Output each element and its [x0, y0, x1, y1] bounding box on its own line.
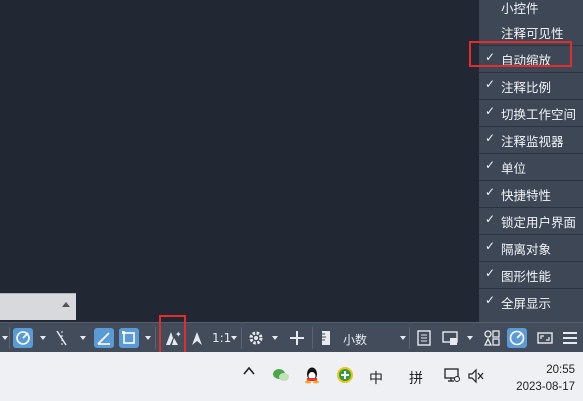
menu-item-label: 快捷特性	[501, 188, 552, 203]
menu-item-lock-ui[interactable]: ✓ 锁定用户界面	[479, 206, 583, 235]
menu-header-label: 小控件	[501, 1, 539, 16]
fullscreen-icon[interactable]	[535, 328, 555, 348]
check-icon: ✓	[485, 131, 496, 145]
dropdown-arrow-icon[interactable]	[231, 336, 237, 340]
dropdown-arrow-icon[interactable]	[400, 336, 406, 340]
windows-taskbar: 中 拼 20:55 2023-08-17	[0, 352, 583, 401]
qq-icon[interactable]	[304, 366, 320, 388]
polar-tracking-icon[interactable]	[13, 328, 33, 348]
menu-item-annotation-monitor[interactable]: ✓ 注释监视器	[479, 125, 583, 154]
highlight-box-auto-scale	[159, 315, 186, 355]
menu-item-label: 注释可见性	[501, 26, 564, 41]
menu-item-units[interactable]: ✓ 单位	[479, 152, 583, 181]
check-icon: ✓	[485, 185, 496, 199]
check-icon: ✓	[485, 293, 496, 307]
clock[interactable]: 20:55 2023-08-17	[516, 362, 575, 396]
menu-item-isolate-objects[interactable]: ✓ 隔离对象	[479, 233, 583, 262]
check-icon: ✓	[485, 266, 496, 280]
menu-item-quick-properties[interactable]: ✓ 快捷特性	[479, 179, 583, 208]
divider	[9, 327, 10, 349]
customization-menu-icon[interactable]	[560, 328, 580, 348]
dynamic-input-icon[interactable]	[94, 328, 114, 348]
clock-date: 2023-08-17	[516, 381, 575, 393]
clock-time: 20:55	[546, 364, 575, 376]
network-icon[interactable]	[443, 367, 461, 388]
menu-item-label: 切换工作空间	[501, 107, 577, 122]
menu-header: 小控件	[479, 0, 583, 17]
check-icon: ✓	[485, 77, 496, 91]
menu-item-label: 隔离对象	[501, 242, 552, 257]
status-bar: ✦ 1:1 小数	[0, 315, 583, 355]
expand-up-icon[interactable]	[62, 302, 70, 307]
dropdown-arrow-icon[interactable]	[80, 336, 86, 340]
security-shield-plus-icon[interactable]	[336, 366, 354, 388]
dropdown-arrow-icon[interactable]	[467, 336, 473, 340]
menu-item-graphics-performance[interactable]: ✓ 图形性能	[479, 260, 583, 289]
check-icon: ✓	[485, 104, 496, 118]
menu-item-label: 注释监视器	[501, 134, 564, 149]
menu-item-label: 单位	[501, 161, 527, 176]
isolate-objects-icon[interactable]	[482, 328, 502, 348]
menu-item-label: 注释比例	[501, 80, 552, 95]
annotation-visibility-icon[interactable]	[187, 328, 207, 348]
divider	[241, 327, 242, 349]
volume-muted-icon[interactable]	[467, 368, 485, 388]
check-icon: ✓	[485, 212, 496, 226]
lock-ui-icon[interactable]	[440, 328, 460, 348]
highlight-box-menu	[469, 41, 572, 67]
object-snap-tracking-icon[interactable]	[52, 328, 72, 348]
check-icon: ✓	[485, 158, 496, 172]
divider	[409, 327, 410, 349]
menu-item-switch-workspace[interactable]: ✓ 切换工作空间	[479, 98, 583, 127]
check-icon: ✓	[485, 239, 496, 253]
graphics-performance-icon[interactable]	[507, 328, 527, 348]
show-hidden-icons-chevron-icon[interactable]	[242, 364, 256, 382]
divider	[312, 327, 313, 349]
menu-item-annotation-scale[interactable]: ✓ 注释比例	[479, 71, 583, 100]
dropdown-arrow-icon[interactable]	[2, 336, 8, 340]
dropdown-arrow-icon[interactable]	[40, 336, 46, 340]
annotation-scale-value[interactable]: 1:1	[212, 331, 231, 351]
ime-pinyin-indicator[interactable]: 拼	[409, 368, 423, 388]
dropdown-arrow-icon[interactable]	[272, 336, 278, 340]
menu-item-label: 全屏显示	[501, 296, 552, 311]
ruler-icon	[316, 328, 336, 348]
command-line-panel[interactable]	[0, 293, 76, 320]
menu-item-label: 图形性能	[501, 269, 552, 284]
menu-item-fullscreen[interactable]: ✓ 全屏显示	[479, 287, 583, 314]
divider	[155, 327, 156, 349]
menu-item-label: 锁定用户界面	[501, 215, 577, 230]
quick-properties-icon[interactable]	[414, 328, 434, 348]
ime-chinese-indicator[interactable]: 中	[369, 368, 383, 388]
menu-item-annotation-visibility[interactable]: 注释可见性	[479, 17, 583, 46]
plus-icon[interactable]	[287, 328, 307, 348]
gear-icon[interactable]	[246, 328, 266, 348]
units-value[interactable]: 小数	[343, 331, 367, 351]
selection-cycling-icon[interactable]	[119, 328, 139, 348]
wechat-icon[interactable]	[272, 367, 290, 387]
dropdown-arrow-icon[interactable]	[145, 336, 151, 340]
